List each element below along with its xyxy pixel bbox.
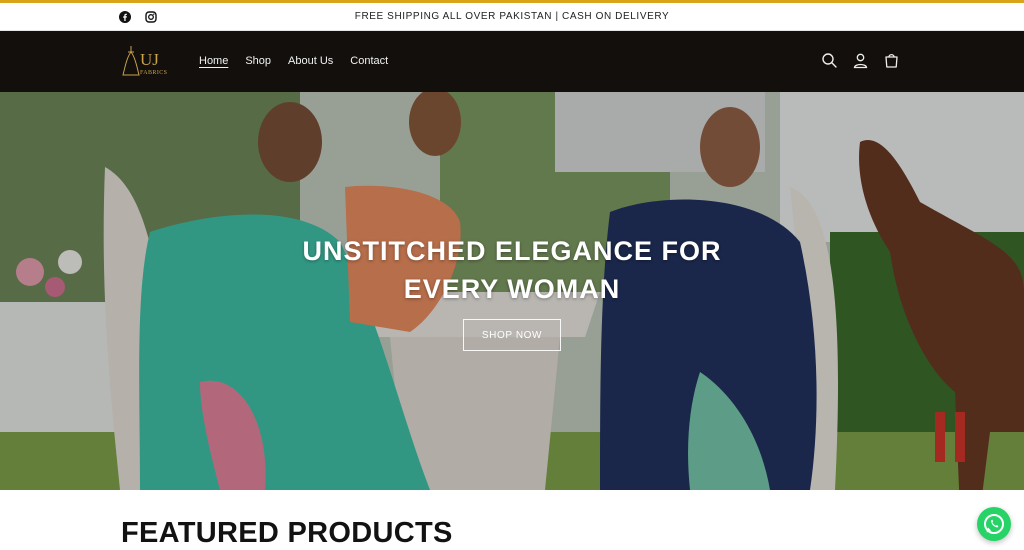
whatsapp-icon [984, 514, 1004, 534]
logo-text: UJ [140, 50, 159, 69]
brand-logo[interactable]: UJ FABRICS [121, 43, 173, 79]
announcement-bar: FREE SHIPPING ALL OVER PAKISTAN | CASH O… [0, 3, 1024, 31]
header-icons [821, 52, 900, 69]
shop-now-button[interactable]: SHOP NOW [463, 319, 561, 351]
logo-subtext: FABRICS [140, 70, 167, 76]
whatsapp-chat-button[interactable] [977, 507, 1011, 541]
featured-products-heading: FEATURED PRODUCTS [121, 517, 453, 549]
account-icon[interactable] [852, 52, 869, 69]
main-nav: Home Shop About Us Contact [199, 55, 388, 67]
nav-home[interactable]: Home [199, 55, 228, 67]
search-icon[interactable] [821, 52, 838, 69]
nav-shop[interactable]: Shop [245, 55, 271, 67]
nav-about-us[interactable]: About Us [288, 55, 333, 67]
cart-icon[interactable] [883, 52, 900, 69]
hero-banner: UNSTITCHED ELEGANCE FOR EVERY WOMAN SHOP… [0, 92, 1024, 490]
hero-headline: UNSTITCHED ELEGANCE FOR EVERY WOMAN [302, 236, 722, 304]
announcement-text: FREE SHIPPING ALL OVER PAKISTAN | CASH O… [354, 11, 670, 22]
site-header: UJ FABRICS Home Shop About Us Contact [0, 31, 1024, 92]
nav-contact[interactable]: Contact [350, 55, 388, 67]
